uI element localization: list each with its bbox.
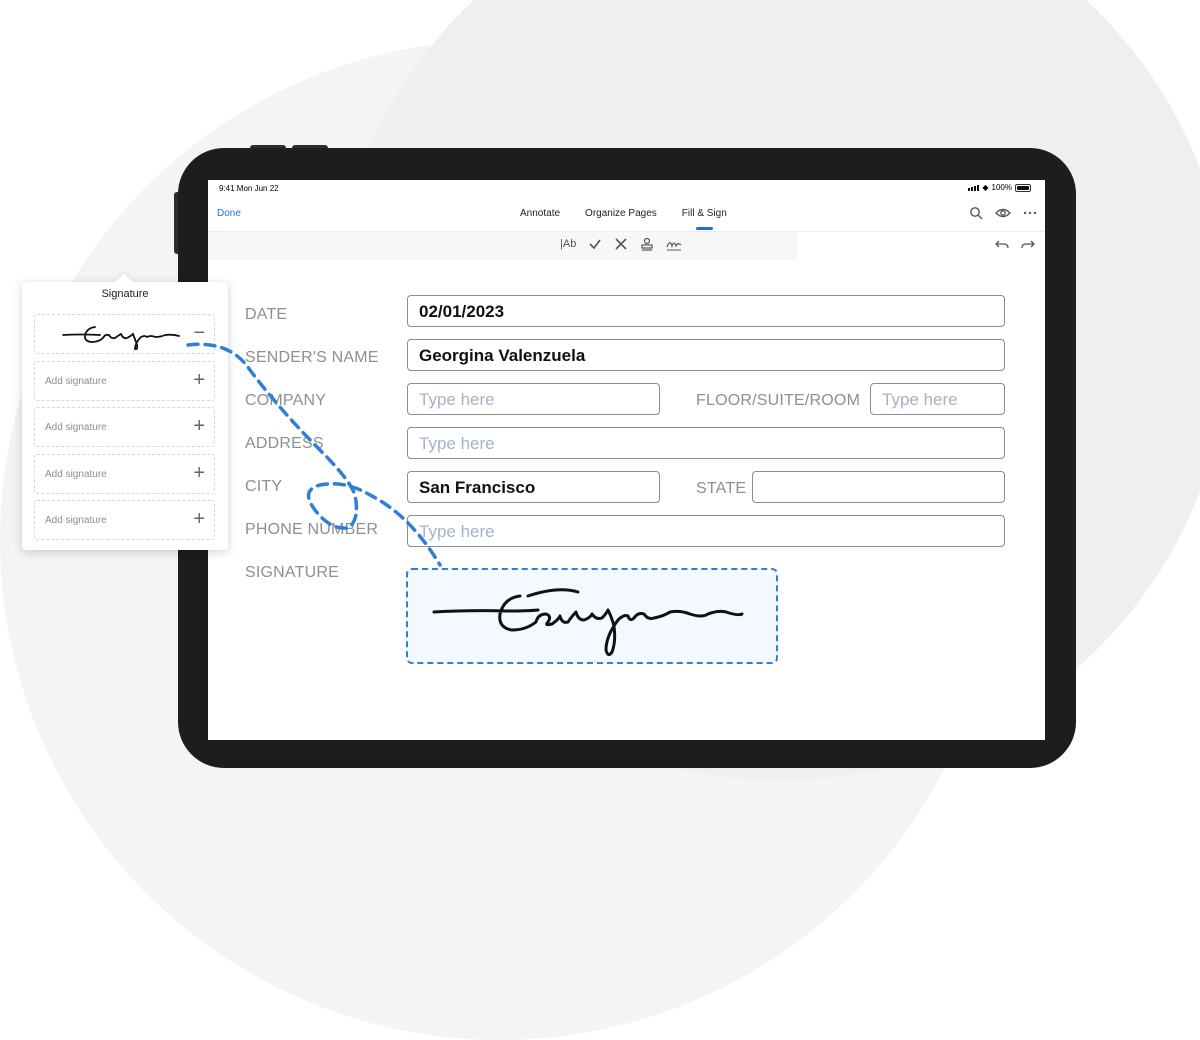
dashed-drag-line: [186, 342, 442, 567]
drag-path-overlay: [186, 342, 442, 567]
